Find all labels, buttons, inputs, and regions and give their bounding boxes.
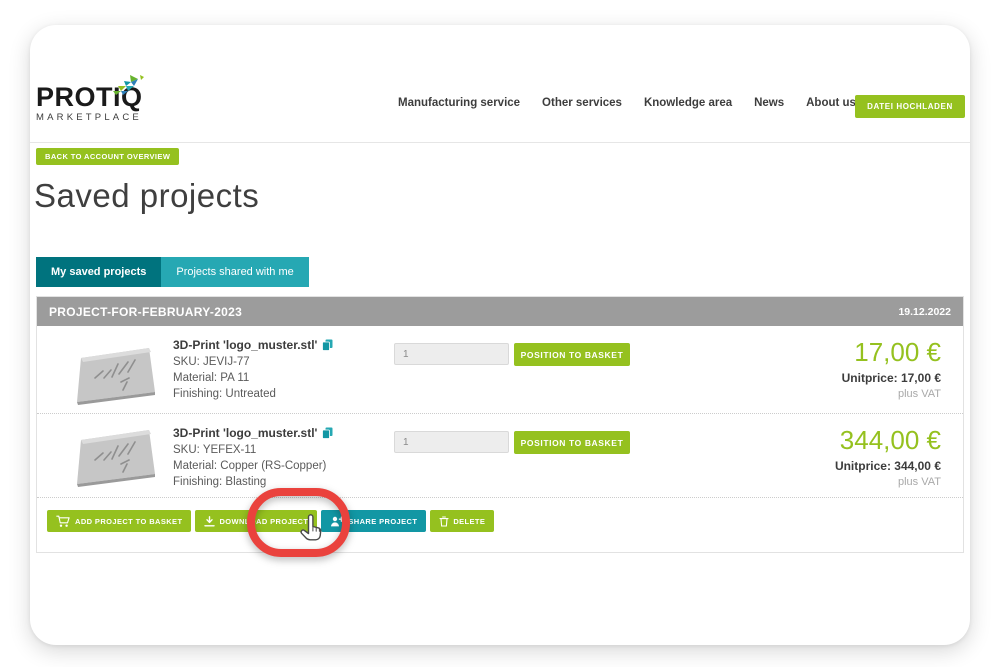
back-to-account-button[interactable]: BACK TO ACCOUNT OVERVIEW — [36, 148, 179, 165]
item-name: 3D-Print 'logo_muster.stl' — [173, 426, 317, 440]
tab-projects-shared-with-me[interactable]: Projects shared with me — [161, 257, 308, 287]
main-nav: Manufacturing service Other services Kno… — [398, 97, 856, 109]
nav-item-about-us[interactable]: About us — [806, 97, 856, 109]
item-vat-note: plus VAT — [842, 388, 941, 400]
page-title: Saved projects — [34, 177, 259, 215]
download-project-label: DOWNLOAD PROJECT — [219, 517, 308, 526]
project-panel: PROJECT-FOR-FEBRUARY-2023 19.12.2022 — [36, 296, 964, 553]
delete-project-label: DELETE — [453, 517, 485, 526]
project-actions: ADD PROJECT TO BASKET DOWNLOAD PROJECT — [37, 498, 963, 532]
trash-icon — [439, 516, 449, 527]
page-card: PROTIQ MARKETPLACE Manufacturing service… — [30, 25, 970, 645]
item-unitprice: Unitprice: 344,00 € — [835, 459, 941, 473]
share-project-label: SHARE PROJECT — [348, 517, 417, 526]
project-panel-header: PROJECT-FOR-FEBRUARY-2023 19.12.2022 — [37, 297, 963, 326]
price-block: 17,00 € Unitprice: 17,00 € plus VAT — [842, 338, 941, 400]
quantity-input[interactable] — [394, 343, 509, 365]
item-sku: SKU: JEVIJ-77 — [173, 356, 333, 368]
project-item-row: 3D-Print 'logo_muster.stl' SKU: JEVIJ-77… — [37, 326, 963, 414]
item-material: Material: PA 11 — [173, 372, 333, 384]
share-person-plus-icon — [330, 516, 344, 527]
page: PROTIQ MARKETPLACE Manufacturing service… — [0, 0, 1000, 667]
nav-item-manufacturing-service[interactable]: Manufacturing service — [398, 97, 520, 109]
item-price: 17,00 € — [842, 338, 941, 366]
project-title: PROJECT-FOR-FEBRUARY-2023 — [49, 305, 242, 319]
share-project-button[interactable]: SHARE PROJECT — [321, 510, 426, 532]
header-divider — [30, 142, 970, 143]
item-price: 344,00 € — [835, 426, 941, 454]
brand-tagline: MARKETPLACE — [36, 112, 186, 123]
nav-item-news[interactable]: News — [754, 97, 784, 109]
copy-icon[interactable] — [322, 427, 333, 439]
copy-icon[interactable] — [322, 339, 333, 351]
nav-item-knowledge-area[interactable]: Knowledge area — [644, 97, 732, 109]
price-block: 344,00 € Unitprice: 344,00 € plus VAT — [835, 426, 941, 488]
item-finishing: Finishing: Blasting — [173, 476, 333, 488]
upload-file-button[interactable]: DATEI HOCHLADEN — [855, 95, 965, 118]
nav-item-other-services[interactable]: Other services — [542, 97, 622, 109]
delete-project-button[interactable]: DELETE — [430, 510, 494, 532]
position-to-basket-button[interactable]: POSITION TO BASKET — [514, 343, 630, 366]
item-name: 3D-Print 'logo_muster.stl' — [173, 338, 317, 352]
tab-my-saved-projects[interactable]: My saved projects — [36, 257, 161, 287]
item-unitprice: Unitprice: 17,00 € — [842, 371, 941, 385]
item-details: 3D-Print 'logo_muster.stl' SKU: YEFEX-11… — [173, 426, 333, 488]
projects-tabs: My saved projects Projects shared with m… — [36, 257, 309, 287]
quantity-input[interactable] — [394, 431, 509, 453]
item-details: 3D-Print 'logo_muster.stl' SKU: JEVIJ-77… — [173, 338, 333, 400]
cart-icon — [56, 515, 71, 528]
add-project-to-basket-button[interactable]: ADD PROJECT TO BASKET — [47, 510, 191, 532]
position-to-basket-button[interactable]: POSITION TO BASKET — [514, 431, 630, 454]
project-date: 19.12.2022 — [898, 306, 951, 318]
item-material: Material: Copper (RS-Copper) — [173, 460, 333, 472]
download-icon — [204, 516, 215, 527]
item-thumbnail[interactable] — [71, 426, 161, 490]
download-project-button[interactable]: DOWNLOAD PROJECT — [195, 510, 317, 532]
brand-logo[interactable]: PROTIQ MARKETPLACE — [36, 83, 186, 123]
project-item-row: 3D-Print 'logo_muster.stl' SKU: YEFEX-11… — [37, 414, 963, 498]
add-project-to-basket-label: ADD PROJECT TO BASKET — [75, 517, 182, 526]
item-thumbnail[interactable] — [71, 344, 161, 408]
logo-arrow-icon — [100, 73, 146, 103]
item-vat-note: plus VAT — [835, 476, 941, 488]
item-sku: SKU: YEFEX-11 — [173, 444, 333, 456]
item-finishing: Finishing: Untreated — [173, 388, 333, 400]
